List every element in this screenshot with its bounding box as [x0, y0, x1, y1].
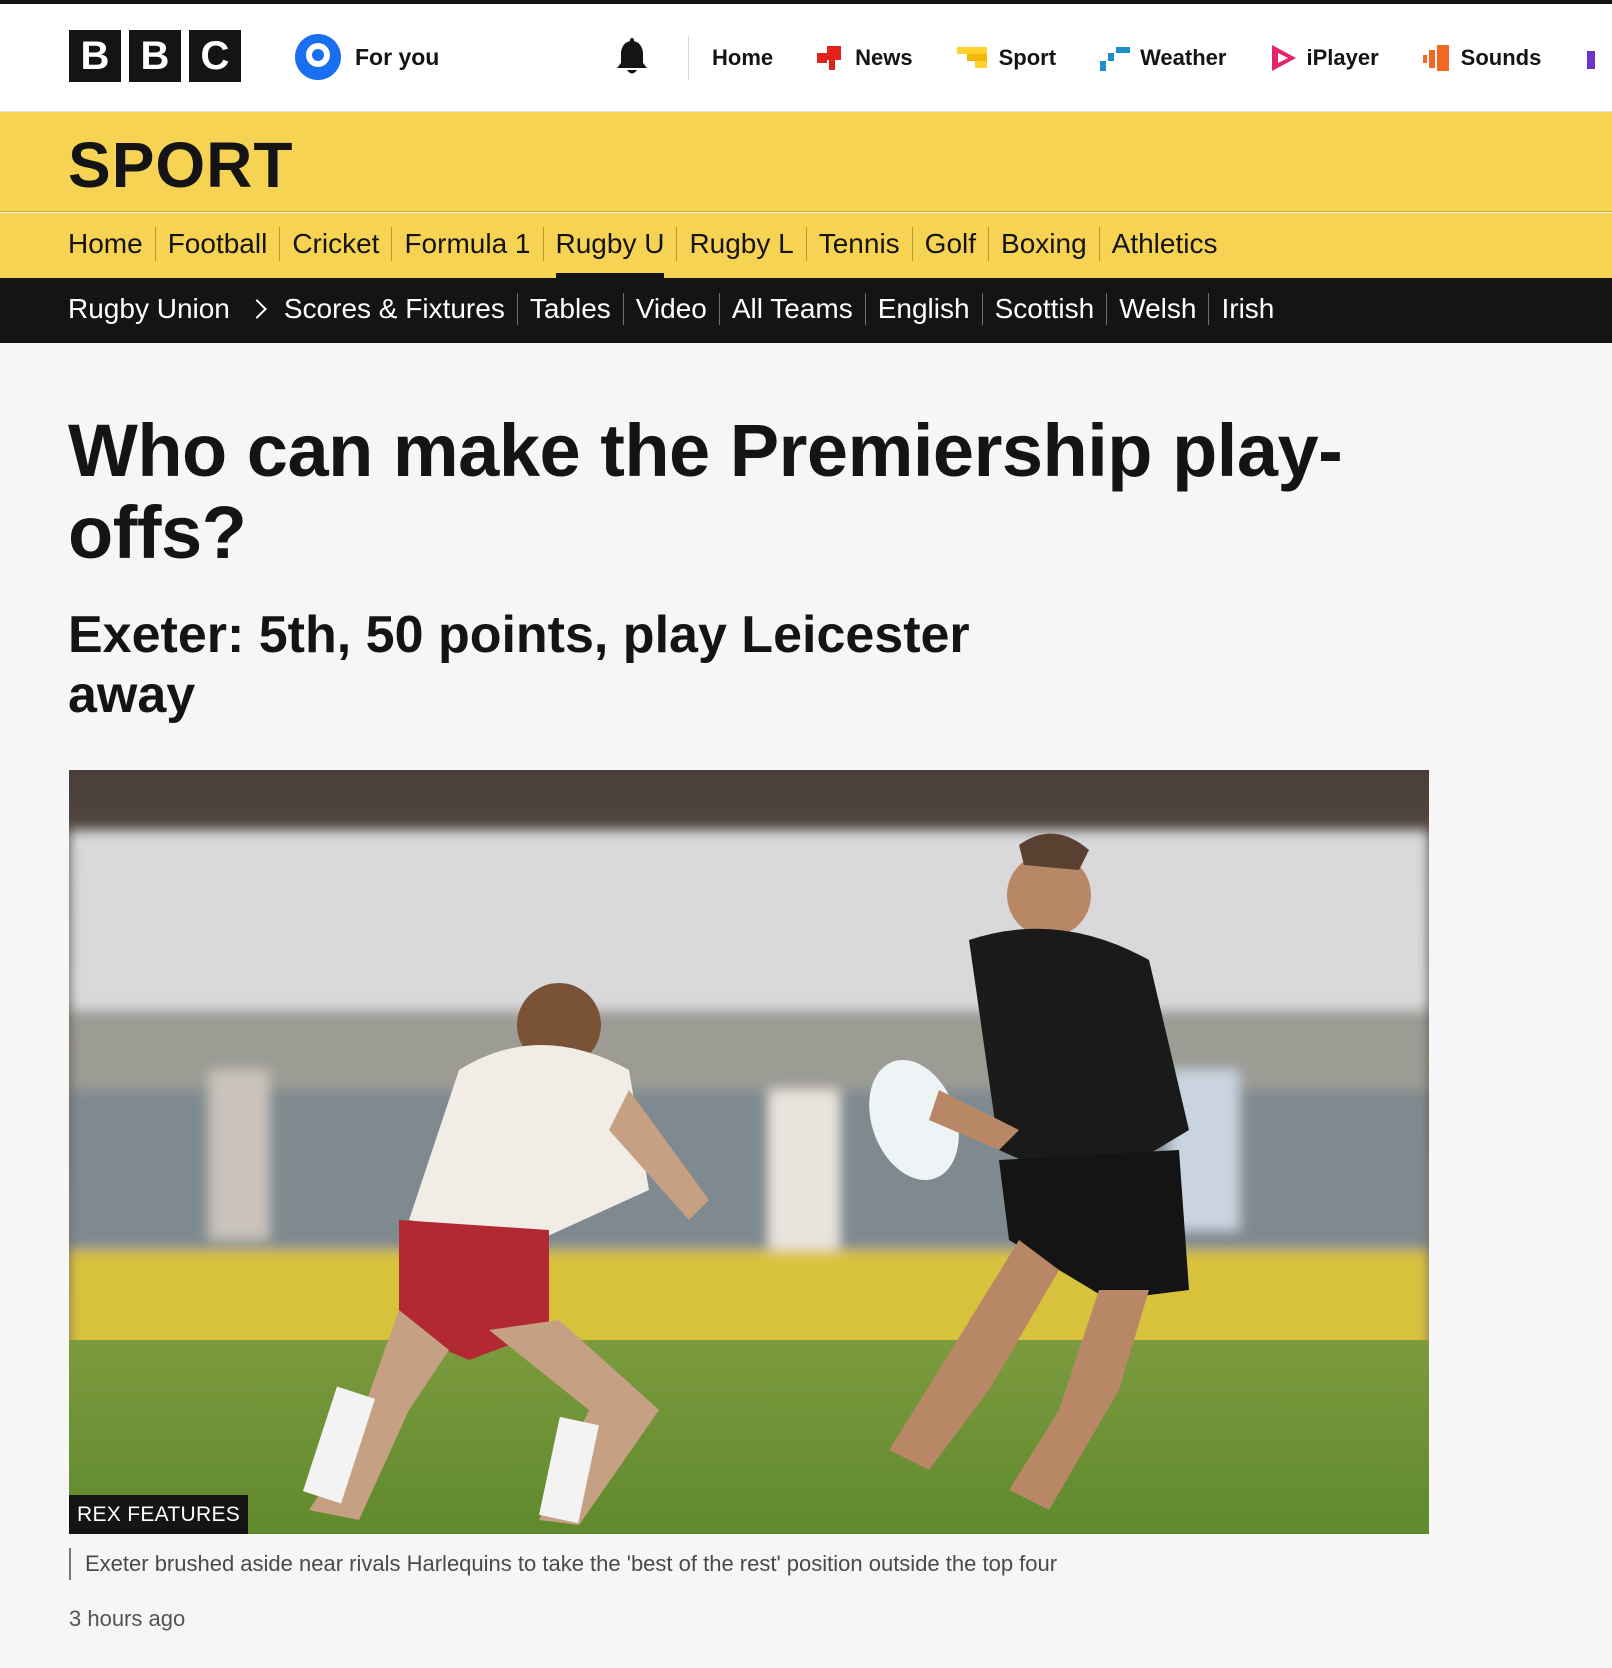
- bbc-logo[interactable]: B B C: [69, 30, 241, 82]
- sport-nav-home[interactable]: Home: [68, 227, 155, 261]
- global-nav: Home News Sport Weather iPlayer Sounds: [712, 34, 1597, 82]
- section-nav-scottish[interactable]: Scottish: [981, 293, 1107, 325]
- section-nav-video[interactable]: Video: [622, 293, 719, 325]
- article-hero-image[interactable]: REX FEATURES: [69, 770, 1429, 1534]
- article-headline: Who can make the Premiership play-offs?: [68, 409, 1343, 574]
- global-nav-weather[interactable]: Weather: [1100, 43, 1226, 73]
- sport-icon: [956, 47, 987, 68]
- section-nav: Rugby Union Scores & Fixtures Tables Vid…: [0, 278, 1612, 343]
- chevron-right-icon: [246, 299, 267, 319]
- section-nav-scores-fixtures[interactable]: Scores & Fixtures: [284, 293, 517, 325]
- account-icon: [295, 34, 341, 80]
- global-nav-iplayer[interactable]: iPlayer: [1270, 43, 1379, 73]
- sport-nav-rugby-union[interactable]: Rugby U: [542, 227, 677, 278]
- sounds-icon: [1422, 45, 1449, 71]
- for-you-button[interactable]: For you: [295, 34, 439, 80]
- section-nav-all-teams[interactable]: All Teams: [718, 293, 865, 325]
- article-timestamp: 3 hours ago: [69, 1606, 186, 1631]
- sport-title[interactable]: SPORT: [68, 128, 293, 202]
- section-nav-irish[interactable]: Irish: [1208, 293, 1286, 325]
- global-header: B B C For you Home News Sport Weather iP…: [0, 4, 1612, 112]
- logo-letter: B: [129, 30, 181, 82]
- section-nav-english[interactable]: English: [864, 293, 982, 325]
- global-nav-sounds[interactable]: Sounds: [1422, 43, 1542, 73]
- section-nav-root-label: Rugby Union: [68, 293, 230, 324]
- sport-nav-boxing[interactable]: Boxing: [988, 227, 1099, 261]
- global-nav-label: Weather: [1140, 45, 1227, 70]
- sport-nav-formula1[interactable]: Formula 1: [391, 227, 542, 261]
- image-caption: Exeter brushed aside near rivals Harlequ…: [69, 1548, 1057, 1580]
- sport-nav: Home Football Cricket Formula 1 Rugby U …: [0, 213, 1612, 278]
- section-nav-tables[interactable]: Tables: [516, 293, 623, 325]
- global-nav-news[interactable]: News: [817, 43, 913, 73]
- global-nav-label: Sport: [998, 45, 1057, 70]
- weather-icon: [1100, 47, 1131, 71]
- global-nav-label: iPlayer: [1306, 45, 1379, 70]
- sport-nav-tennis[interactable]: Tennis: [805, 227, 912, 261]
- image-credit: REX FEATURES: [69, 1495, 249, 1534]
- global-nav-home[interactable]: Home: [712, 45, 773, 71]
- iplayer-icon: [1272, 45, 1297, 71]
- logo-letter: B: [69, 30, 121, 82]
- sport-masthead: SPORT: [0, 112, 1612, 212]
- sport-nav-football[interactable]: Football: [154, 227, 280, 261]
- global-nav-sport[interactable]: Sport: [956, 43, 1057, 73]
- global-nav-label: Home: [712, 45, 774, 70]
- notifications-bell-icon[interactable]: [614, 38, 650, 78]
- logo-letter: C: [189, 30, 241, 82]
- section-nav-root[interactable]: Rugby Union: [68, 293, 284, 325]
- more-services-icon[interactable]: [1585, 43, 1597, 73]
- header-divider: [688, 36, 689, 80]
- section-nav-welsh[interactable]: Welsh: [1106, 293, 1208, 325]
- sport-nav-athletics[interactable]: Athletics: [1098, 227, 1230, 261]
- sport-nav-golf[interactable]: Golf: [911, 227, 988, 261]
- global-nav-label: News: [855, 45, 913, 70]
- news-icon: [817, 46, 842, 70]
- global-nav-label: Sounds: [1460, 45, 1542, 70]
- sport-nav-cricket[interactable]: Cricket: [279, 227, 391, 261]
- sport-nav-rugby-league[interactable]: Rugby L: [676, 227, 805, 261]
- rugby-players-photo: [69, 770, 1429, 1534]
- for-you-label: For you: [355, 43, 440, 70]
- article-subheading: Exeter: 5th, 50 points, play Leicester a…: [68, 606, 970, 724]
